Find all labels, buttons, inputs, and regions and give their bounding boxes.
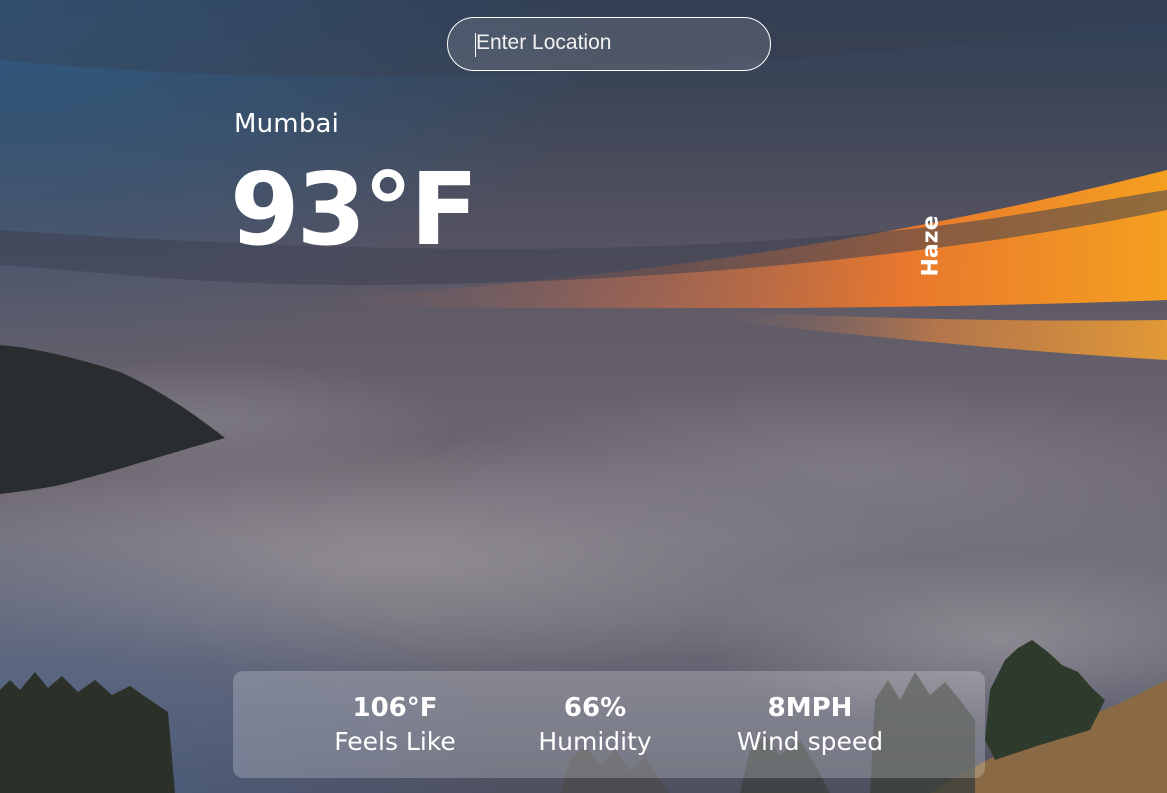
- location-search-input[interactable]: [447, 17, 771, 71]
- wind-speed-value: 8MPH: [767, 693, 853, 723]
- weather-condition-container: Haze: [909, 212, 953, 280]
- search-bar: [447, 17, 771, 71]
- wind-speed-stat: 8MPH Wind speed: [737, 691, 883, 759]
- text-cursor: [475, 33, 476, 57]
- weather-stats-panel: 106°F Feels Like 66% Humidity 8MPH Wind …: [233, 671, 985, 778]
- city-name: Mumbai: [234, 109, 340, 139]
- humidity-value: 66%: [563, 693, 627, 723]
- current-temperature: 93°F: [230, 151, 478, 268]
- humidity-stat: 66% Humidity: [538, 691, 651, 759]
- weather-condition: Haze: [918, 215, 944, 277]
- wind-speed-label: Wind speed: [736, 727, 884, 756]
- feels-like-label: Feels Like: [334, 727, 456, 756]
- feels-like-value: 106°F: [352, 693, 438, 723]
- humidity-label: Humidity: [538, 727, 652, 756]
- feels-like-stat: 106°F Feels Like: [334, 691, 456, 759]
